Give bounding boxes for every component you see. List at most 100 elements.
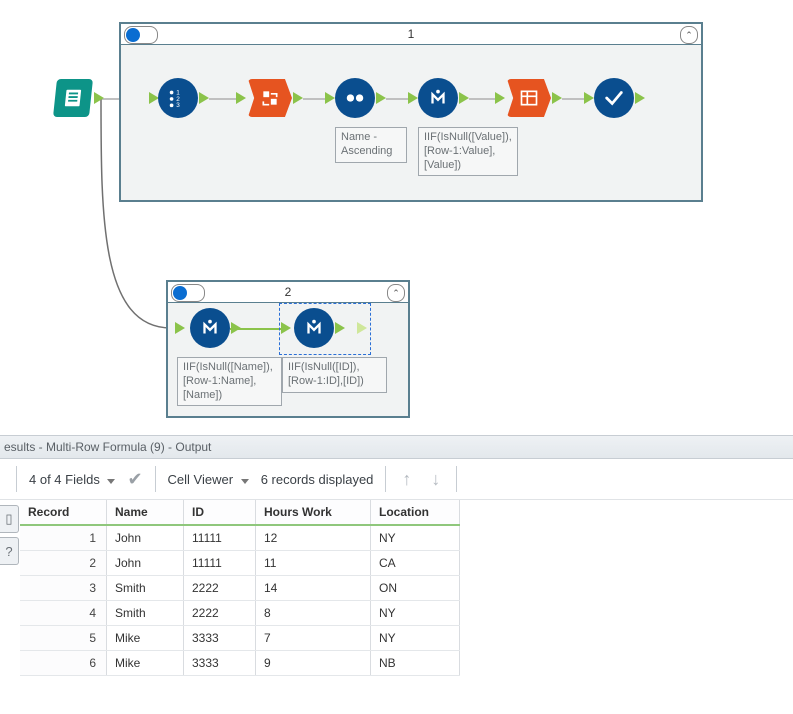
col-id[interactable]: ID bbox=[184, 500, 256, 525]
container-header: 1 ⌃ bbox=[121, 24, 701, 45]
separator bbox=[16, 466, 17, 492]
results-toolbar: 4 of 4 Fields ✔ Cell Viewer 6 records di… bbox=[0, 459, 793, 500]
connector bbox=[209, 98, 239, 100]
multi-row-formula-tool[interactable] bbox=[418, 78, 458, 118]
cell-id: 2222 bbox=[184, 576, 256, 601]
container-collapse-button[interactable]: ⌃ bbox=[680, 26, 698, 44]
anchor-out[interactable] bbox=[635, 92, 645, 104]
cell-viewer-dropdown[interactable]: Cell Viewer bbox=[168, 472, 249, 487]
cell-record: 2 bbox=[20, 551, 107, 576]
cell-name: John bbox=[107, 551, 184, 576]
records-displayed-label: 6 records displayed bbox=[261, 472, 374, 487]
anchor-in[interactable] bbox=[408, 92, 418, 104]
table-row[interactable]: 4 Smith 2222 8 NY bbox=[20, 601, 460, 626]
results-panel: esults - Multi-Row Formula (9) - Output … bbox=[0, 435, 793, 676]
connector bbox=[469, 98, 497, 100]
anchor-in[interactable] bbox=[325, 92, 335, 104]
cell-name: Mike bbox=[107, 651, 184, 676]
anchor-in[interactable] bbox=[281, 322, 291, 334]
fields-label: 4 of 4 Fields bbox=[29, 472, 100, 487]
input-data-tool[interactable] bbox=[53, 79, 93, 117]
cell-id: 3333 bbox=[184, 626, 256, 651]
container-header: 2 ⌃ bbox=[168, 282, 408, 303]
table-row[interactable]: 1 John 11111 12 NY bbox=[20, 525, 460, 551]
cell-loc: NY bbox=[371, 601, 460, 626]
container-enable-toggle[interactable] bbox=[171, 284, 205, 302]
results-tab-help[interactable]: ? bbox=[0, 537, 19, 565]
anchor-out[interactable] bbox=[459, 92, 469, 104]
select-tool[interactable] bbox=[594, 78, 634, 118]
results-tab-data[interactable]: ▯ bbox=[0, 505, 19, 533]
results-grid[interactable]: Record Name ID Hours Work Location 1 Joh… bbox=[20, 500, 793, 676]
anchor-out[interactable] bbox=[94, 92, 104, 104]
anchor-out[interactable] bbox=[231, 322, 241, 334]
anchor-in[interactable] bbox=[236, 92, 246, 104]
apply-check-icon[interactable]: ✔ bbox=[127, 469, 142, 490]
col-location[interactable]: Location bbox=[371, 500, 460, 525]
cell-loc: NB bbox=[371, 651, 460, 676]
cell-record: 4 bbox=[20, 601, 107, 626]
anchor-in[interactable] bbox=[495, 92, 505, 104]
cell-hours: 12 bbox=[256, 525, 371, 551]
cell-id: 11111 bbox=[184, 525, 256, 551]
anchor-out[interactable] bbox=[376, 92, 386, 104]
cross-tab-tool[interactable] bbox=[507, 79, 551, 117]
connector bbox=[386, 98, 410, 100]
results-title-bar: esults - Multi-Row Formula (9) - Output bbox=[0, 435, 793, 459]
cell-record: 5 bbox=[20, 626, 107, 651]
mrf-annotation: IIF(IsNull([Value]),[Row-1:Value],[Value… bbox=[418, 127, 518, 176]
transpose-tool[interactable] bbox=[248, 79, 292, 117]
cell-hours: 11 bbox=[256, 551, 371, 576]
cell-loc: NY bbox=[371, 525, 460, 551]
svg-text:3: 3 bbox=[176, 102, 180, 109]
cell-loc: CA bbox=[371, 551, 460, 576]
anchor-out[interactable] bbox=[552, 92, 562, 104]
cell-viewer-label: Cell Viewer bbox=[168, 472, 234, 487]
multi-row-formula-tool[interactable] bbox=[190, 308, 230, 348]
cell-hours: 14 bbox=[256, 576, 371, 601]
cell-hours: 8 bbox=[256, 601, 371, 626]
table-row[interactable]: 6 Mike 3333 9 NB bbox=[20, 651, 460, 676]
sort-tool[interactable] bbox=[335, 78, 375, 118]
multi-row-formula-tool[interactable] bbox=[294, 308, 334, 348]
connector bbox=[562, 98, 586, 100]
container-collapse-button[interactable]: ⌃ bbox=[387, 284, 405, 302]
anchor-out[interactable] bbox=[199, 92, 209, 104]
record-id-tool[interactable]: 123 bbox=[158, 78, 198, 118]
cell-hours: 9 bbox=[256, 651, 371, 676]
cell-loc: NY bbox=[371, 626, 460, 651]
col-name[interactable]: Name bbox=[107, 500, 184, 525]
cell-hours: 7 bbox=[256, 626, 371, 651]
anchor-out[interactable] bbox=[335, 322, 345, 334]
table-header-row: Record Name ID Hours Work Location bbox=[20, 500, 460, 525]
separator bbox=[385, 466, 386, 492]
next-arrow-icon[interactable]: ↓ bbox=[427, 469, 444, 490]
results-side-tabs: ▯ ? bbox=[0, 505, 20, 569]
col-record[interactable]: Record bbox=[20, 500, 107, 525]
cell-record: 3 bbox=[20, 576, 107, 601]
separator bbox=[155, 466, 156, 492]
cell-id: 3333 bbox=[184, 651, 256, 676]
anchor-out[interactable] bbox=[293, 92, 303, 104]
mrf-id-annotation: IIF(IsNull([ID]),[Row-1:ID],[ID]) bbox=[282, 357, 387, 393]
mrf-name-annotation: IIF(IsNull([Name]),[Row-1:Name],[Name]) bbox=[177, 357, 282, 406]
cell-name: Smith bbox=[107, 576, 184, 601]
anchor-in[interactable] bbox=[175, 322, 185, 334]
prev-arrow-icon[interactable]: ↑ bbox=[398, 469, 415, 490]
cell-id: 2222 bbox=[184, 601, 256, 626]
table-row[interactable]: 5 Mike 3333 7 NY bbox=[20, 626, 460, 651]
cell-name: Smith bbox=[107, 601, 184, 626]
chevron-down-icon bbox=[241, 479, 249, 484]
container-enable-toggle[interactable] bbox=[124, 26, 158, 44]
cell-loc: ON bbox=[371, 576, 460, 601]
anchor-in[interactable] bbox=[584, 92, 594, 104]
cell-record: 6 bbox=[20, 651, 107, 676]
workflow-canvas[interactable]: 1 ⌃ 123 Name - Ascending IIF(IsNull([Val… bbox=[0, 0, 793, 435]
table-row[interactable]: 2 John 11111 11 CA bbox=[20, 551, 460, 576]
table-row[interactable]: 3 Smith 2222 14 ON bbox=[20, 576, 460, 601]
anchor-out[interactable] bbox=[357, 322, 367, 334]
results-title: esults - Multi-Row Formula (9) - Output bbox=[4, 440, 211, 454]
col-hours[interactable]: Hours Work bbox=[256, 500, 371, 525]
connector bbox=[303, 98, 327, 100]
fields-dropdown[interactable]: 4 of 4 Fields bbox=[29, 472, 115, 487]
